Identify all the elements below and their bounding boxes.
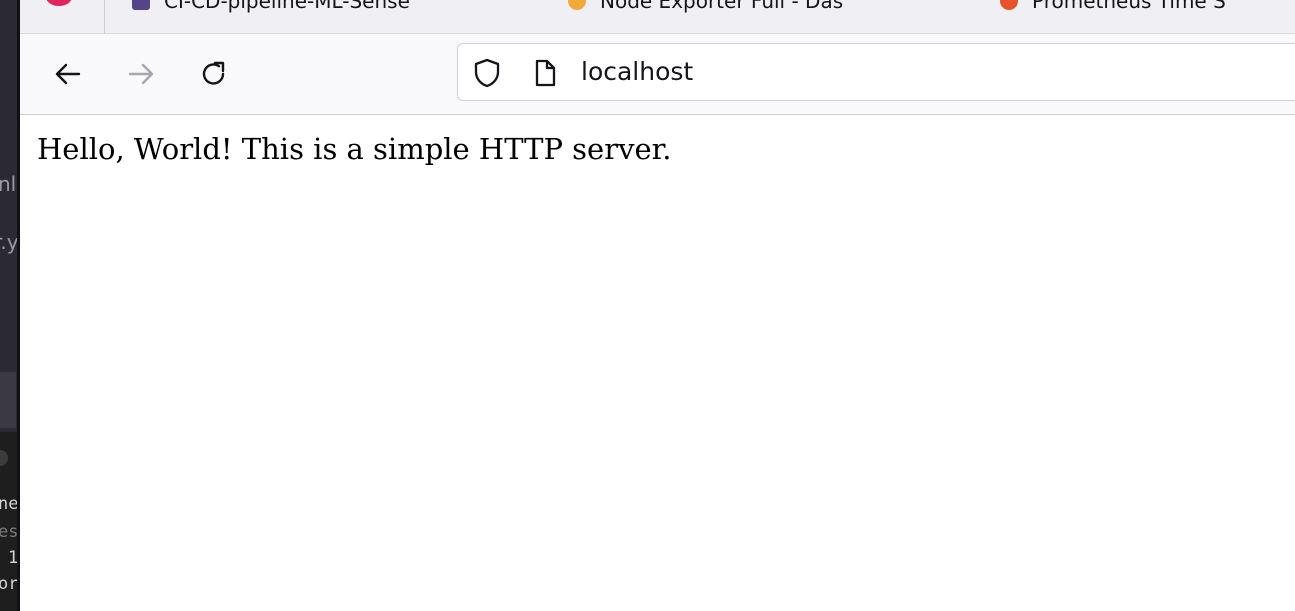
grafana-favicon-icon: [568, 0, 586, 10]
tracking-protection-shield-icon: [474, 58, 500, 88]
tab-label: CI-CD-pipeline-ML-Sense: [164, 0, 410, 13]
page-content: Hello, World! This is a simple HTTP serv…: [20, 115, 1295, 611]
terminal-text-fragment: or: [0, 574, 19, 594]
page-document-icon: [535, 59, 556, 87]
forward-button[interactable]: [122, 55, 160, 93]
forward-arrow-icon: [128, 63, 154, 85]
reload-button[interactable]: [195, 55, 233, 93]
tab-label: Prometheus Time S: [1032, 0, 1226, 13]
url-text[interactable]: localhost: [581, 57, 693, 87]
tab-node-exporter[interactable]: Node Exporter Full - Das: [568, 0, 843, 16]
page-body-text: Hello, World! This is a simple HTTP serv…: [37, 132, 672, 166]
terminal-text-fragment: ne: [0, 494, 19, 514]
gitlab-favicon-icon: [132, 0, 150, 10]
prometheus-favicon-icon: [1000, 0, 1018, 10]
background-text-fragment: r.y: [0, 230, 19, 254]
site-info-button[interactable]: [530, 58, 560, 88]
terminal-text-fragment: es: [0, 522, 19, 542]
browser-window: CI-CD-pipeline-ML-Sense Node Exporter Fu…: [20, 0, 1295, 611]
background-editor-panel: nl r.y: [0, 0, 19, 372]
tracking-protection-button[interactable]: [472, 58, 502, 88]
back-button[interactable]: [49, 55, 87, 93]
window-close-icon[interactable]: [46, 0, 72, 6]
url-bar[interactable]: localhost: [457, 43, 1295, 101]
back-arrow-icon: [55, 63, 81, 85]
tab-label: Node Exporter Full - Das: [600, 0, 844, 13]
navigation-toolbar: localhost: [20, 34, 1295, 115]
tab-separator: [104, 0, 105, 33]
tab-gitlab-pipeline[interactable]: CI-CD-pipeline-ML-Sense: [132, 0, 410, 16]
background-panel-bar: [0, 372, 16, 428]
tab-bar: CI-CD-pipeline-ML-Sense Node Exporter Fu…: [20, 0, 1295, 34]
tab-prometheus[interactable]: Prometheus Time S: [1000, 0, 1226, 16]
background-text-fragment: nl: [0, 172, 17, 196]
reload-icon: [202, 61, 225, 85]
